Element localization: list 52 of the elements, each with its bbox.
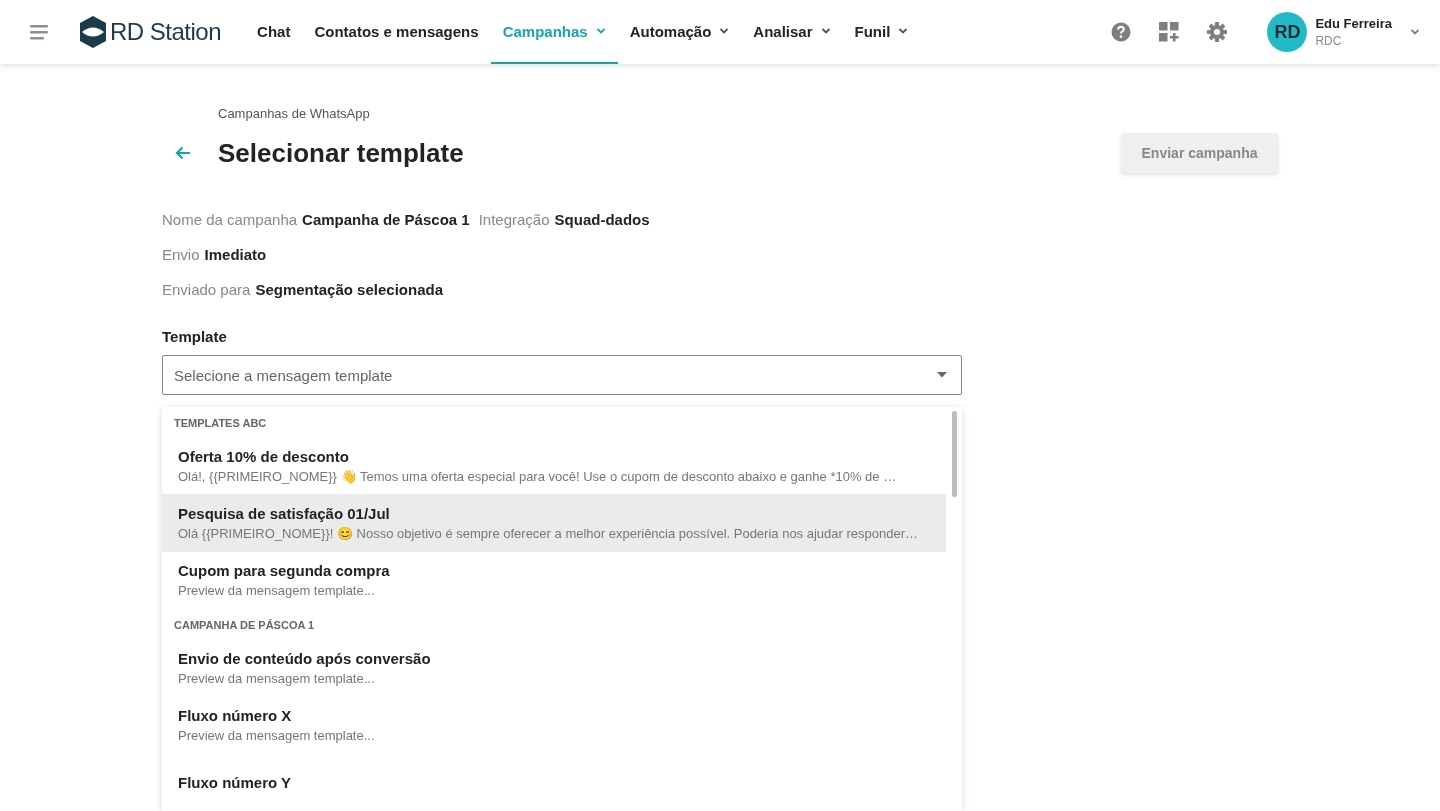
caret-icon[interactable] — [820, 28, 831, 34]
nav-tab[interactable]: Chat — [245, 0, 303, 64]
info-value: Imediato — [204, 246, 267, 263]
page-title: Selecionar template — [218, 137, 464, 169]
option-preview: Preview da mensagem template... — [178, 727, 376, 743]
group-heading: TEMPLATES ABC — [173, 416, 268, 431]
template-option[interactable]: Cupom para segunda compra Preview da mensagem template... — [162, 551, 946, 609]
logo-icon — [80, 16, 106, 48]
template-option[interactable]: Fluxo número Y — [162, 753, 946, 811]
template-option[interactable]: Oferta 10% de desconto Olá!, {{PRIMEIRO_NOME}} 👋 Temos uma oferta especial para você! Use o cupom de desconto abaixo e ganhe *10% de … — [162, 437, 946, 495]
scrollbar-thumb[interactable] — [951, 411, 957, 497]
menu-icon[interactable] — [30, 24, 50, 40]
option-title: Fluxo número X — [178, 706, 293, 724]
info-value: Segmentação selecionada — [255, 281, 443, 298]
info-label: Envio — [162, 246, 200, 263]
nav-tab[interactable]: Contatos e mensagens — [302, 0, 491, 64]
help-icon[interactable] — [1111, 22, 1132, 42]
logo-text[interactable]: RD Station — [110, 18, 222, 46]
caret-icon[interactable] — [898, 28, 909, 34]
company-name: RDC — [1315, 34, 1343, 48]
info-value: Campanha de Páscoa 1 — [302, 211, 470, 228]
template-select[interactable]: Selecione a mensagem template — [162, 355, 962, 395]
info-label: Enviado para — [162, 281, 251, 298]
info-label: Integração — [478, 211, 550, 228]
nav-tab[interactable]: Funil — [842, 0, 921, 64]
template-option[interactable]: Pesquisa de satisfação 01/Jul Olá {{PRIMEIRO_NOME}}! 😊 Nosso objetivo é sempre oferecer a melhor experiência possível. Poderia nos ajudar responder… — [162, 494, 946, 552]
template-option[interactable]: Fluxo número X Preview da mensagem template... — [162, 696, 946, 754]
option-title: Fluxo número Y — [178, 773, 293, 791]
option-preview: Preview da mensagem template... — [178, 583, 376, 599]
option-title: Envio de conteúdo após conversão — [178, 649, 432, 667]
group-heading: CAMPANHA DE PÁSCOA 1 — [173, 618, 316, 633]
option-title: Cupom para segunda compra — [178, 562, 391, 580]
user-name: Edu Ferreira — [1315, 16, 1392, 31]
nav-tab[interactable]: Analisar — [741, 0, 843, 64]
dropdown-arrow-icon[interactable] — [937, 372, 947, 378]
option-preview: Olá!, {{PRIMEIRO_NOME}} 👋 Temos uma oferta especial para você! Use o cupom de desconto abaixo e ganhe *10% de … — [178, 468, 898, 484]
apps-icon[interactable] — [1159, 22, 1180, 42]
breadcrumb[interactable]: Campanhas de WhatsApp — [218, 106, 370, 121]
info-label: Nome da campanha — [162, 211, 298, 228]
settings-icon[interactable] — [1207, 22, 1228, 42]
field-label: Template — [162, 328, 227, 345]
info-value: Squad-dados — [554, 211, 650, 228]
caret-icon[interactable] — [1410, 29, 1420, 35]
back-arrow-icon[interactable] — [175, 146, 191, 160]
template-option[interactable]: Envio de conteúdo após conversão Preview da mensagem template... — [162, 639, 946, 697]
option-title: Pesquisa de satisfação 01/Jul — [178, 505, 391, 522]
caret-icon[interactable] — [719, 28, 730, 34]
option-title: Oferta 10% de desconto — [178, 447, 350, 465]
option-preview: Olá {{PRIMEIRO_NOME}}! 😊 Nosso objetivo é sempre oferecer a melhor experiência possível. Poderia nos ajudar responder… — [178, 526, 920, 541]
user-avatar[interactable]: RD — [1267, 12, 1308, 52]
nav-tab[interactable]: Automação — [617, 0, 742, 64]
option-preview: Preview da mensagem template... — [178, 670, 376, 686]
